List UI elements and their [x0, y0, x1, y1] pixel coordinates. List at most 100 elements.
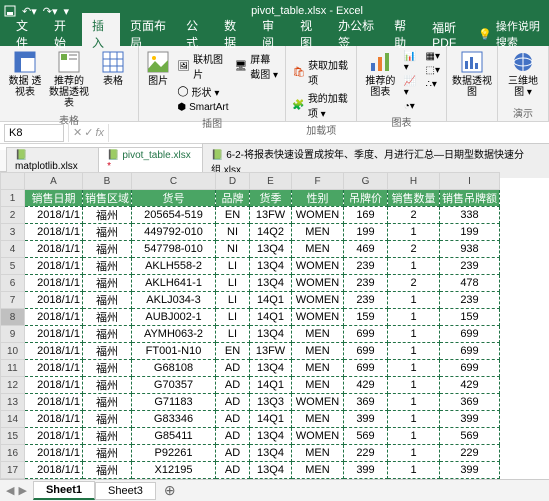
cell[interactable]: 159	[344, 309, 388, 326]
cell[interactable]: 13Q4	[250, 462, 292, 479]
cell[interactable]: 1	[388, 292, 440, 309]
cell[interactable]: WOMEN	[292, 275, 344, 292]
cell[interactable]: 福州	[83, 241, 132, 258]
cell[interactable]: 1	[388, 411, 440, 428]
cell[interactable]: G70357	[132, 377, 216, 394]
cell[interactable]: 福州	[83, 292, 132, 309]
chart-hier-button[interactable]: ▦▾	[424, 50, 442, 63]
cell[interactable]: 205654-519	[132, 207, 216, 224]
cell[interactable]: 2018/1/1	[25, 428, 83, 445]
cell[interactable]: 2018/1/1	[25, 394, 83, 411]
cell[interactable]: 1	[388, 343, 440, 360]
cell[interactable]: 13Q4	[250, 275, 292, 292]
cell[interactable]: 239	[344, 275, 388, 292]
cell[interactable]: AKLH558-2	[132, 258, 216, 275]
cell[interactable]: 1	[388, 309, 440, 326]
row-header[interactable]: 8	[1, 309, 25, 326]
cell[interactable]: 369	[344, 394, 388, 411]
cell[interactable]: NI	[216, 224, 250, 241]
row-header[interactable]: 11	[1, 360, 25, 377]
cell[interactable]: G85411	[132, 428, 216, 445]
cell[interactable]: 2018/1/1	[25, 292, 83, 309]
chart-stat-button[interactable]: ⬚▾	[424, 64, 442, 77]
row-header[interactable]: 13	[1, 394, 25, 411]
cell[interactable]: 2018/1/1	[25, 411, 83, 428]
chart-scatter-button[interactable]: ∴▾	[424, 78, 442, 91]
cell[interactable]: 13Q4	[250, 428, 292, 445]
cell[interactable]: WOMEN	[292, 292, 344, 309]
cell[interactable]: AUBJ002-1	[132, 309, 216, 326]
cell[interactable]: MEN	[292, 343, 344, 360]
worksheet-grid[interactable]: ABCDEFGHI1销售日期销售区域货号品牌货季性别吊牌价销售数量销售吊牌额22…	[0, 172, 549, 479]
row-header[interactable]: 1	[1, 190, 25, 207]
cell[interactable]: AD	[216, 377, 250, 394]
cell[interactable]: 2018/1/1	[25, 258, 83, 275]
row-header[interactable]: 6	[1, 275, 25, 292]
cell[interactable]: LI	[216, 292, 250, 309]
cell[interactable]: 429	[344, 377, 388, 394]
cell[interactable]: P92261	[132, 445, 216, 462]
row-header[interactable]: 17	[1, 462, 25, 479]
cell[interactable]: 2018/1/1	[25, 360, 83, 377]
cell[interactable]: 13Q4	[250, 445, 292, 462]
cell[interactable]: 399	[344, 411, 388, 428]
cell[interactable]: 2018/1/1	[25, 343, 83, 360]
cell[interactable]: 2018/1/1	[25, 309, 83, 326]
cell[interactable]: 547798-010	[132, 241, 216, 258]
cell[interactable]: 699	[344, 326, 388, 343]
cell[interactable]: 13Q4	[250, 360, 292, 377]
cell[interactable]: 13Q4	[250, 326, 292, 343]
cell[interactable]: 699	[440, 343, 500, 360]
online-pictures-button[interactable]: 🖼联机图片	[175, 50, 230, 82]
cell[interactable]: 229	[344, 445, 388, 462]
row-header[interactable]: 16	[1, 445, 25, 462]
cell[interactable]: AD	[216, 411, 250, 428]
cell[interactable]: 699	[440, 360, 500, 377]
cell[interactable]: 福州	[83, 275, 132, 292]
sheet-nav-next-icon[interactable]: ▶	[18, 484, 26, 497]
3dmap-button[interactable]: 三维地 图 ▾	[502, 48, 544, 100]
cell[interactable]: 399	[440, 462, 500, 479]
cell[interactable]: AD	[216, 428, 250, 445]
cell[interactable]: 159	[440, 309, 500, 326]
cell[interactable]: LI	[216, 326, 250, 343]
table-header-cell[interactable]: 销售吊牌额	[440, 190, 500, 207]
cell[interactable]: EN	[216, 343, 250, 360]
cell[interactable]: 1	[388, 326, 440, 343]
cell[interactable]: G71183	[132, 394, 216, 411]
row-header[interactable]: 10	[1, 343, 25, 360]
cell[interactable]: MEN	[292, 462, 344, 479]
cell[interactable]: WOMEN	[292, 309, 344, 326]
pivottable-button[interactable]: 数据 透视表	[4, 48, 46, 100]
cell[interactable]: 福州	[83, 326, 132, 343]
row-header[interactable]: 2	[1, 207, 25, 224]
cell[interactable]: 199	[440, 224, 500, 241]
cell[interactable]: AD	[216, 462, 250, 479]
fx-icon[interactable]: fx	[95, 127, 104, 139]
sheet-tab-sheet1[interactable]: Sheet1	[33, 481, 95, 500]
screenshot-button[interactable]: 🖥屏幕截图 ▾	[233, 50, 282, 82]
cell[interactable]: 1	[388, 445, 440, 462]
row-header[interactable]: 12	[1, 377, 25, 394]
cell[interactable]: 福州	[83, 411, 132, 428]
cell[interactable]: 2018/1/1	[25, 207, 83, 224]
enter-icon[interactable]: ✓	[84, 126, 93, 139]
cell[interactable]: WOMEN	[292, 428, 344, 445]
cell[interactable]: 1	[388, 462, 440, 479]
cell[interactable]: 369	[440, 394, 500, 411]
cell[interactable]: 338	[440, 207, 500, 224]
cell[interactable]: MEN	[292, 241, 344, 258]
cell[interactable]: 福州	[83, 428, 132, 445]
cell[interactable]: 2018/1/1	[25, 377, 83, 394]
chart-bar-button[interactable]: 📊▾	[402, 50, 422, 74]
column-header[interactable]: H	[388, 173, 440, 190]
my-addins-button[interactable]: 🧩我的加载项 ▾	[290, 89, 352, 121]
cell[interactable]: 2018/1/1	[25, 462, 83, 479]
chart-line-button[interactable]: 📈▾	[402, 75, 422, 99]
shapes-button[interactable]: ◯形状 ▾	[175, 83, 230, 100]
cell[interactable]: 1	[388, 258, 440, 275]
cell[interactable]: G68108	[132, 360, 216, 377]
workbook-tab[interactable]: 📗 matplotlib.xlsx	[6, 147, 99, 174]
recommended-charts-button[interactable]: 推荐的 图表	[361, 48, 400, 100]
table-header-cell[interactable]: 吊牌价	[344, 190, 388, 207]
